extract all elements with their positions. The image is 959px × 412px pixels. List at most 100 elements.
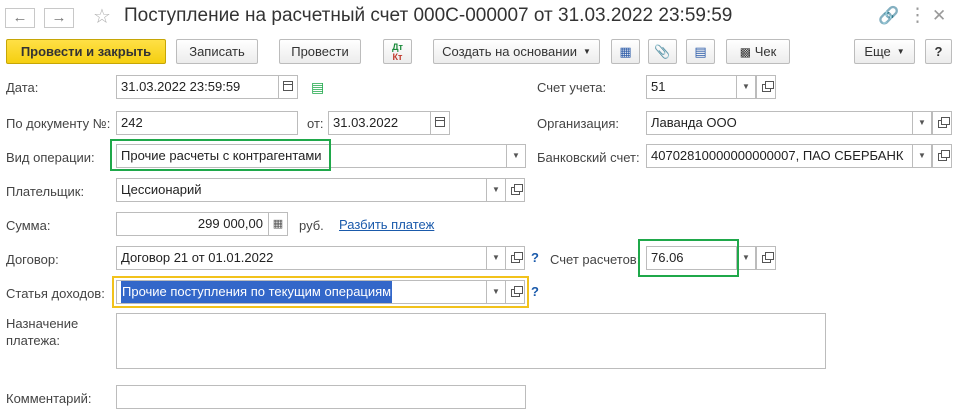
open-icon <box>510 184 523 195</box>
chevron-down-icon: ▼ <box>918 118 926 127</box>
income-item-open-button[interactable] <box>505 280 525 304</box>
chevron-down-icon: ▼ <box>742 253 750 262</box>
report-button[interactable]: ▤ <box>686 39 715 64</box>
calculator-button[interactable]: ▦ <box>268 213 287 235</box>
more-button[interactable]: Еще ▼ <box>854 39 915 64</box>
organization-dropdown-button[interactable]: ▼ <box>912 112 931 134</box>
chevron-down-icon: ▼ <box>492 185 500 194</box>
hierarchy-icon: ▦ <box>619 44 632 59</box>
account-field[interactable]: 51 ▼ <box>646 75 756 99</box>
more-vertical-icon[interactable]: ⋮ <box>908 6 927 26</box>
page-title: Поступление на расчетный счет 000С-00000… <box>124 5 733 26</box>
arrow-left-icon: ← <box>12 9 28 26</box>
chevron-down-icon: ▼ <box>512 151 520 160</box>
organization-open-button[interactable] <box>932 111 952 135</box>
account-open-button[interactable] <box>756 75 776 99</box>
account-dropdown-button[interactable]: ▼ <box>736 76 755 98</box>
payer-field[interactable]: Цессионарий ▼ <box>116 178 506 202</box>
dt-kt-button[interactable]: Дт Кт <box>383 39 412 64</box>
calendar-button[interactable] <box>278 76 297 98</box>
open-icon <box>761 81 774 92</box>
open-icon <box>937 117 950 128</box>
check-label: Чек <box>754 44 777 59</box>
bank-account-value: 40702810000000000007, ПАО СБЕРБАНК <box>651 148 904 163</box>
calculator-icon: ▦ <box>272 218 284 230</box>
organization-field[interactable]: Лаванда ООО ▼ <box>646 111 932 135</box>
document-list-icon[interactable]: ▤ <box>311 79 324 96</box>
from-date-value: 31.03.2022 <box>333 115 399 130</box>
check-button[interactable]: ▩ Чек <box>726 39 790 64</box>
bank-account-label: Банковский счет: <box>537 150 640 165</box>
chevron-down-icon: ▼ <box>492 287 500 296</box>
post-and-close-button[interactable]: Провести и закрыть <box>6 39 166 64</box>
comment-label: Комментарий: <box>6 391 92 406</box>
operation-field[interactable]: Прочие расчеты с контрагентами ▼ <box>116 144 526 168</box>
post-button[interactable]: Провести <box>279 39 361 64</box>
doc-number-value: 242 <box>121 115 143 130</box>
account-label: Счет учета: <box>537 80 607 95</box>
doc-number-label: По документу №: <box>6 116 111 131</box>
purpose-label: Назначение платежа: <box>6 315 78 349</box>
contract-field[interactable]: Договор 21 от 01.01.2022 ▼ <box>116 246 506 270</box>
settlement-account-open-button[interactable] <box>756 246 776 270</box>
open-icon <box>937 150 950 161</box>
dt-label: Дт <box>392 42 403 52</box>
more-label: Еще <box>864 44 891 59</box>
income-item-value: Прочие поступления по текущим операциям <box>121 281 393 303</box>
from-date-label: от: <box>307 116 324 131</box>
bank-account-field[interactable]: 40702810000000000007, ПАО СБЕРБАНК ▼ <box>646 144 932 168</box>
operation-dropdown-button[interactable]: ▼ <box>506 145 525 167</box>
contract-dropdown-button[interactable]: ▼ <box>486 247 505 269</box>
settlement-account-field[interactable]: 76.06 ▼ <box>646 246 756 270</box>
open-icon <box>510 252 523 263</box>
payer-label: Плательщик: <box>6 184 85 199</box>
operation-label: Вид операции: <box>6 150 95 165</box>
create-based-on-label: Создать на основании <box>442 44 577 59</box>
paperclip-icon: 📎 <box>654 44 671 59</box>
contract-value: Договор 21 от 01.01.2022 <box>121 250 274 265</box>
attach-button[interactable]: 📎 <box>648 39 677 64</box>
kt-label: Кт <box>392 52 403 62</box>
chevron-down-icon: ▼ <box>492 253 500 262</box>
income-item-dropdown-button[interactable]: ▼ <box>486 281 505 303</box>
help-button[interactable]: ? <box>925 39 952 64</box>
save-button[interactable]: Записать <box>176 39 258 64</box>
bank-account-dropdown-button[interactable]: ▼ <box>912 145 931 167</box>
date-field[interactable]: 31.03.2022 23:59:59 <box>116 75 298 99</box>
link-icon[interactable]: 🔗 <box>878 6 899 26</box>
bank-account-open-button[interactable] <box>932 144 952 168</box>
back-button[interactable]: ← <box>5 8 35 28</box>
from-date-field[interactable]: 31.03.2022 <box>328 111 450 135</box>
payer-value: Цессионарий <box>121 182 202 197</box>
forward-button[interactable]: → <box>44 8 74 28</box>
calendar-button[interactable] <box>430 112 449 134</box>
chevron-down-icon: ▼ <box>918 151 926 160</box>
organization-label: Организация: <box>537 116 620 131</box>
income-item-help-icon[interactable]: ? <box>531 284 539 299</box>
amount-field[interactable]: 299 000,00 ▦ <box>116 212 288 236</box>
contract-label: Договор: <box>6 252 59 267</box>
income-item-field[interactable]: Прочие поступления по текущим операциям … <box>116 280 506 304</box>
doc-number-field[interactable]: 242 <box>116 111 298 135</box>
income-item-label: Статья доходов: <box>6 286 105 301</box>
close-icon[interactable]: ✕ <box>932 6 946 26</box>
payer-dropdown-button[interactable]: ▼ <box>486 179 505 201</box>
split-payment-link[interactable]: Разбить платеж <box>339 217 434 232</box>
contract-help-icon[interactable]: ? <box>531 250 539 265</box>
contract-open-button[interactable] <box>505 246 525 270</box>
structure-button[interactable]: ▦ <box>611 39 640 64</box>
amount-label: Сумма: <box>6 218 51 233</box>
amount-value: 299 000,00 <box>197 216 263 231</box>
chevron-down-icon: ▼ <box>896 47 905 56</box>
create-based-on-button[interactable]: Создать на основании ▼ <box>433 39 600 64</box>
payer-open-button[interactable] <box>505 178 525 202</box>
purpose-textarea[interactable] <box>116 313 826 369</box>
comment-field[interactable] <box>116 385 526 409</box>
cash-register-icon: ▩ <box>739 45 752 59</box>
purpose-label-line2: платежа: <box>6 333 60 348</box>
chevron-down-icon: ▼ <box>742 82 750 91</box>
document-icon: ▤ <box>694 44 707 59</box>
star-icon[interactable]: ☆ <box>93 4 111 29</box>
settlement-account-dropdown-button[interactable]: ▼ <box>736 247 755 269</box>
operation-value: Прочие расчеты с контрагентами <box>121 148 322 163</box>
